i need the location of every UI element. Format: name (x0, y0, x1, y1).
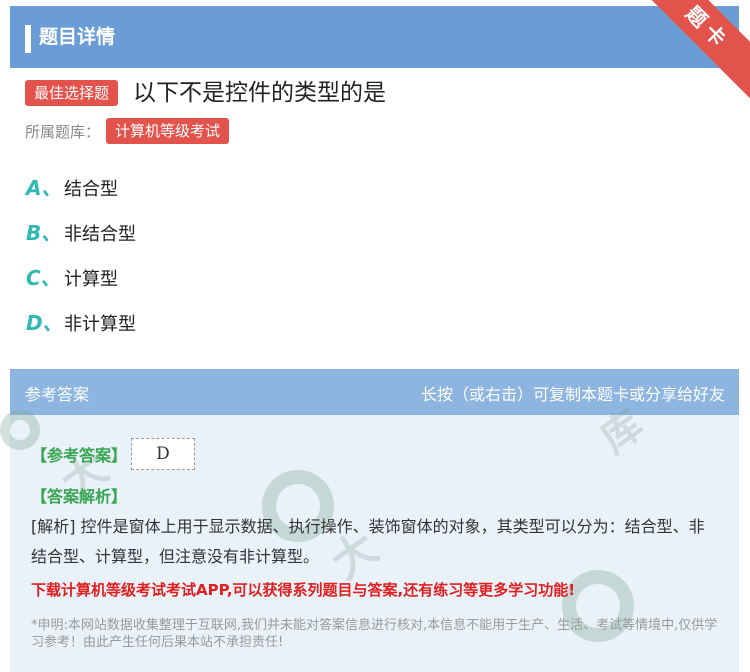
answer-panel-title: 参考答案 (25, 385, 90, 404)
option-a[interactable]: A、 结合型 (26, 175, 118, 201)
app-download-promo[interactable]: 下载计算机等级考试考试APP,可以获得系列题目与答案,还有练习等更多学习功能! (31, 579, 575, 600)
page-header: 题目详情 (10, 6, 739, 68)
option-text: 计算型 (64, 269, 118, 290)
question-text: 以下不是控件的类型的是 (133, 80, 386, 106)
answer-panel-header: 参考答案 长按（或右击）可复制本题卡或分享给好友 (10, 369, 739, 415)
reference-answer-title: 【参考答案】 (31, 446, 128, 465)
option-d[interactable]: D、非计算型 (26, 310, 136, 336)
header-accent-bar (25, 25, 31, 53)
analysis-text: [解析] 控件是窗体上用于显示数据、执行操作、装饰窗体的对象，其类型可以分为：结… (31, 517, 705, 566)
option-letter: D、 (26, 311, 63, 335)
disclaimer-text: *申明:本网站数据收集整理于互联网,我们并未能对答案信息进行核对,本信息不能用于… (31, 618, 718, 650)
question-type-badge: 最佳选择题 (25, 80, 119, 106)
question-bank-badge[interactable]: 计算机等级考试 (106, 118, 230, 144)
option-b[interactable]: B、 非结合型 (26, 220, 136, 246)
reference-answer-image: D (131, 438, 195, 470)
option-letter: C、 (26, 266, 61, 290)
option-text: 结合型 (64, 179, 118, 200)
option-text: 非计算型 (64, 314, 136, 335)
page-title: 题目详情 (39, 26, 116, 48)
option-text: 非结合型 (64, 224, 136, 245)
option-letter: A、 (26, 176, 62, 200)
question-bank-label: 所属题库： (25, 123, 101, 141)
option-letter: B、 (26, 221, 62, 245)
analysis-title: 【答案解析】 (31, 487, 128, 506)
copy-share-hint: 长按（或右击）可复制本题卡或分享给好友 (420, 385, 725, 404)
option-c[interactable]: C、 计算型 (26, 265, 118, 291)
